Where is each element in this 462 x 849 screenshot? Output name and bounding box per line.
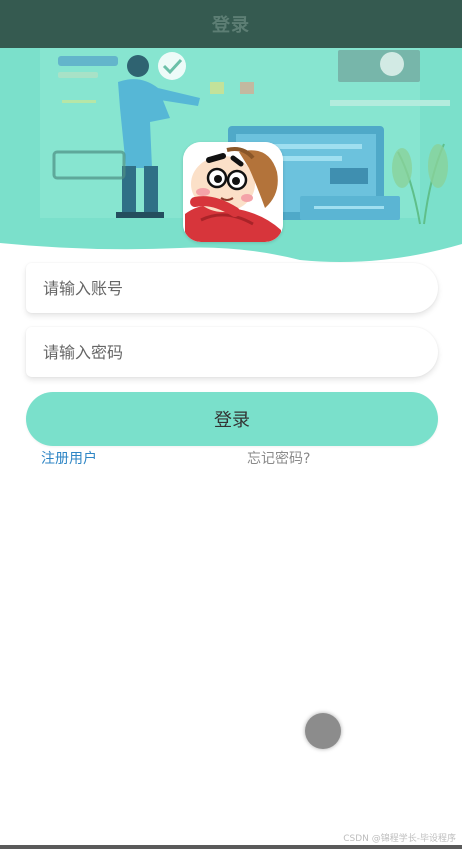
register-link[interactable]: 注册用户 <box>41 448 97 468</box>
password-input[interactable] <box>41 341 405 363</box>
account-field[interactable] <box>26 263 438 313</box>
page-title: 登录 <box>212 15 250 36</box>
app-header: 登录 <box>0 0 462 48</box>
bottom-divider <box>0 845 462 849</box>
avatar[interactable] <box>183 142 283 242</box>
forgot-password-link[interactable]: 忘记密码? <box>247 448 310 468</box>
account-input[interactable] <box>41 277 405 299</box>
password-field[interactable] <box>26 327 438 377</box>
assistive-touch-icon[interactable] <box>305 713 341 749</box>
watermark: CSDN @锦程学长-毕设程序 <box>343 834 456 844</box>
cartoon-boy-avatar-icon <box>183 142 283 242</box>
login-button[interactable]: 登录 <box>26 392 438 446</box>
